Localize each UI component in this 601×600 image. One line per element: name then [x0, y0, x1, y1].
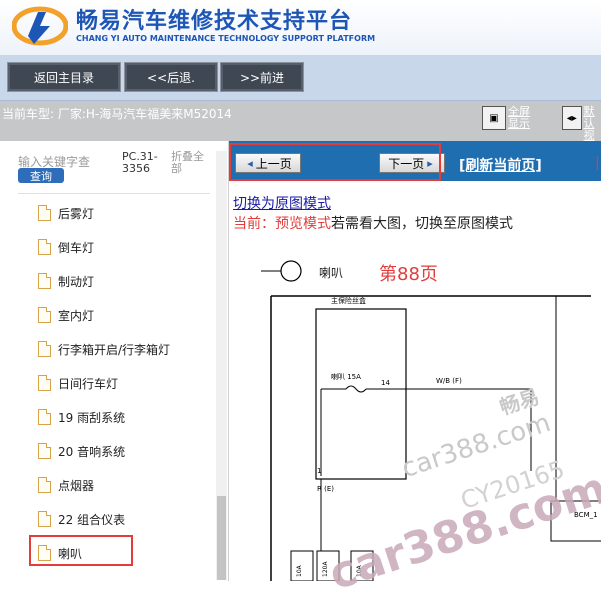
tree-item[interactable]: 点烟器 [18, 468, 212, 502]
refresh-page-link[interactable]: [刷新当前页] [459, 155, 542, 175]
mode-status: 当前：预览模式若需看大图，切换至原图模式 [233, 216, 513, 232]
default-view-button[interactable]: ◂▸ 默认视图 [562, 106, 601, 154]
home-button[interactable]: 返回主目录 [7, 62, 121, 92]
current-model: 当前车型: 厂家:H-海马汽车福美来M52014 [2, 107, 232, 121]
divider [18, 193, 210, 194]
app-subtitle: CHANG YI AUTO MAINTENANCE TECHNOLOGY SUP… [76, 34, 376, 43]
document-icon [38, 307, 51, 323]
svg-text:喇叭 15A: 喇叭 15A [331, 372, 361, 381]
svg-text:1: 1 [317, 467, 321, 475]
app-header: 畅易汽车维修技术支持平台 CHANG YI AUTO MAINTENANCE T… [0, 0, 601, 55]
split-view-icon: ◂▸ [562, 106, 582, 130]
document-icon [38, 443, 51, 459]
document-icon [38, 341, 51, 357]
search-button[interactable]: 查询 [18, 168, 64, 183]
overflow-marker: | [595, 155, 600, 171]
tree-item[interactable]: 倒车灯 [18, 230, 212, 264]
document-icon [38, 239, 51, 255]
switch-original-link[interactable]: 切换为原图模式 [233, 193, 331, 213]
document-icon [38, 205, 51, 221]
tree-item[interactable]: 行李箱开启/行李箱灯 [18, 332, 212, 366]
document-icon [38, 375, 51, 391]
model-bar: 当前车型: 厂家:H-海马汽车福美来M52014 ▣ 全屏显示 ◂▸ 默认视图 [0, 101, 601, 154]
sidebar-scrollbar[interactable] [216, 151, 227, 580]
app-title: 畅易汽车维修技术支持平台 [76, 9, 353, 34]
tree-item[interactable]: 20 音响系统 [18, 434, 212, 468]
back-button[interactable]: <<后退. [124, 62, 218, 92]
document-icon [38, 511, 51, 527]
tree-item[interactable]: 日间行车灯 [18, 366, 212, 400]
page-number: 第88页 [379, 264, 438, 285]
sidebar: 输入关键字查 查询 PC.31-3356 折叠全部 后雾灯 倒车灯 制动灯 室内… [0, 141, 229, 581]
svg-text:W/B (F): W/B (F) [436, 377, 462, 385]
tree-item[interactable]: 室内灯 [18, 298, 212, 332]
tree-item[interactable]: 19 雨刮系统 [18, 400, 212, 434]
logo-icon [12, 6, 68, 46]
svg-text:14: 14 [381, 379, 390, 387]
pc-code: PC.31-3356 [122, 150, 158, 175]
horn-title: 喇叭 [319, 266, 344, 280]
toolbar-highlight [229, 143, 441, 181]
content-panel: ◂ 上一页 下一页 ▸ [刷新当前页] | 切换为原图模式 当前：预览模式若需看大图… [229, 141, 601, 600]
tree-list: 后雾灯 倒车灯 制动灯 室内灯 行李箱开启/行李箱灯 日间行车灯 19 雨刮系统… [18, 196, 212, 570]
svg-text:10A: 10A [296, 564, 303, 577]
document-icon [38, 409, 51, 425]
svg-text:主保险丝盒: 主保险丝盒 [331, 296, 366, 305]
forward-button[interactable]: >>前进 [220, 62, 304, 92]
fullscreen-icon: ▣ [482, 106, 506, 130]
tree-item[interactable]: 22 组合仪表 [18, 502, 212, 536]
selection-highlight [29, 535, 133, 566]
fullscreen-button[interactable]: ▣ 全屏 显示 [482, 106, 530, 132]
tree-item[interactable]: 制动灯 [18, 264, 212, 298]
tree-item[interactable]: 后雾灯 [18, 196, 212, 230]
document-icon [38, 477, 51, 493]
document-icon [38, 273, 51, 289]
collapse-all-button[interactable]: 折叠全部 [171, 151, 211, 175]
nav-bar: 返回主目录 <<后退. >>前进 [0, 55, 601, 101]
scroll-thumb[interactable] [217, 496, 226, 580]
svg-text:R (E): R (E) [317, 485, 334, 493]
